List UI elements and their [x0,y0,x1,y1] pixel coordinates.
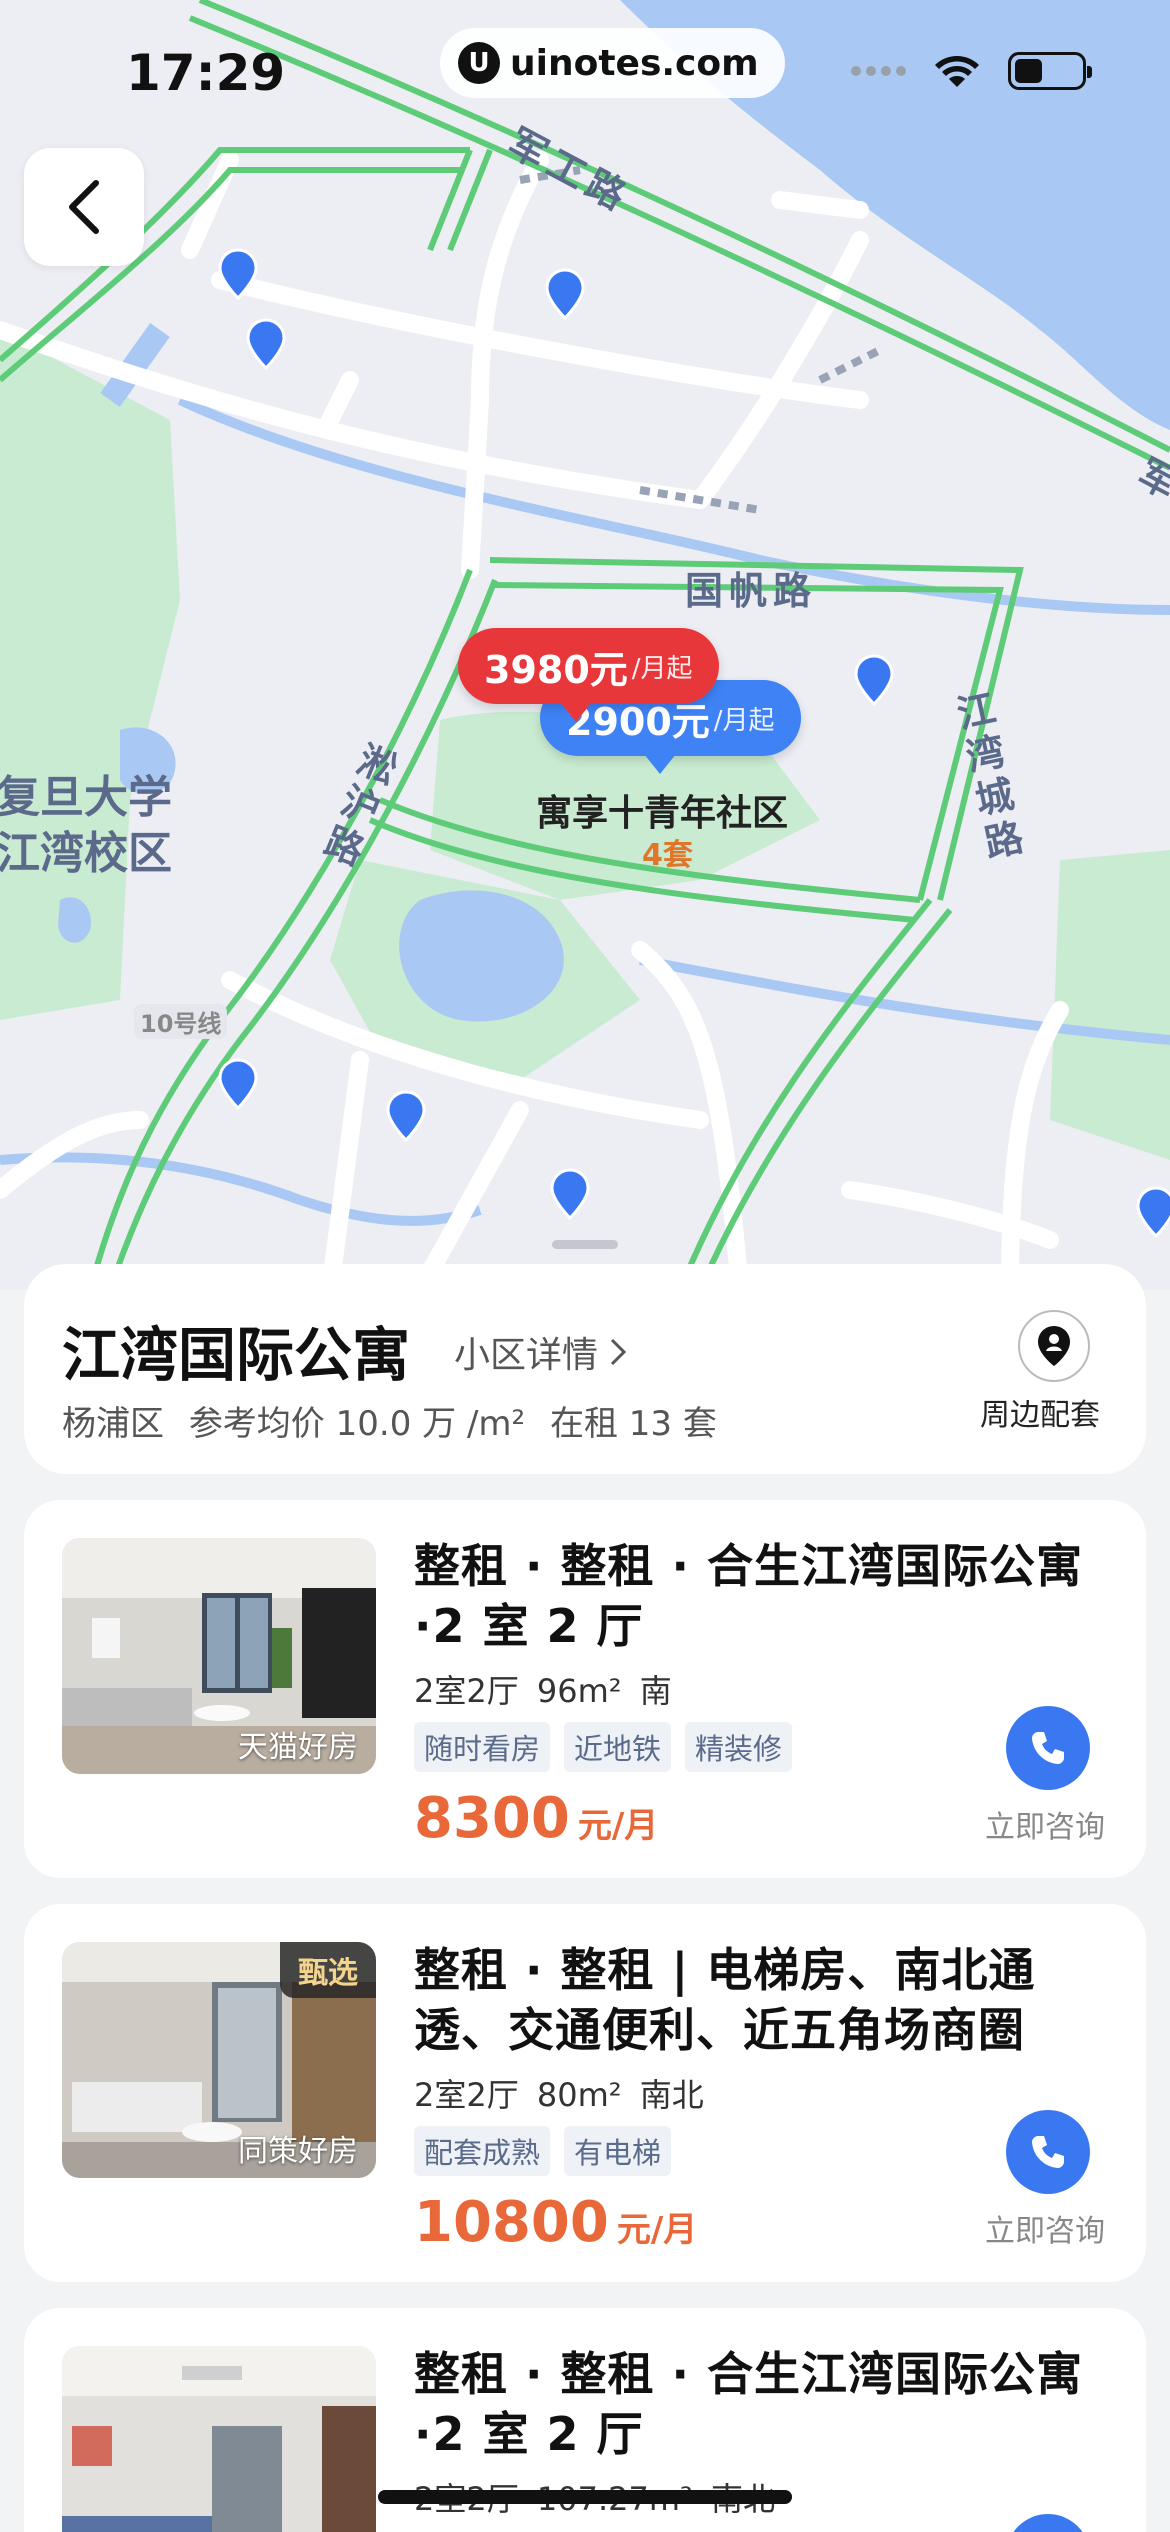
consult-label[interactable]: 立即咨询 [980,1802,1110,1846]
map-pin-icon[interactable] [854,654,894,706]
phone-icon [1032,2136,1064,2168]
rent-count-label: 在租 13 套 [549,1404,717,1444]
listing-specs: 2室2厅 80m² 南北 [414,2076,704,2114]
uinotes-logo-icon: U [458,42,500,84]
place-label-fudan: 复旦大学 [0,772,172,823]
community-meta: 杨浦区 参考均价 10.0 万 /m² 在租 13 套 [62,1396,717,1445]
community-detail-link[interactable]: 小区详情 [454,1326,628,1378]
listing-title: 整租 · 整租 | 电梯房、南北通透、交通便利、近五角场商圈 [414,1943,1036,2057]
map-pin-icon[interactable] [218,1058,258,1110]
status-bar: 17:29 U uinotes.com [0,0,1170,140]
chevron-right-icon [610,1338,627,1366]
listing-photo: 甄选 同策好房 [62,1942,376,2178]
metro-label: 10号线 [134,1004,228,1039]
drag-handle[interactable] [552,1240,618,1249]
listing-tag: 配套成熟 [414,2126,551,2176]
chevron-left-icon [69,180,99,234]
listing-card[interactable]: 甄选 同策好房 整租 · 整租 | 电梯房、南北通透、交通便利、近五角场商圈 2… [24,1904,1146,2282]
home-indicator[interactable] [378,2490,792,2504]
url-pill: U uinotes.com [440,28,785,98]
listing-title: 整租 · 整租 · 合生江湾国际公寓 ·2 室 2 厅 [414,2347,1084,2461]
listing-photo [62,2346,376,2532]
listing-tag: 近地铁 [564,1722,672,1772]
bubble-suffix: /月起 [713,705,775,736]
cellular-signal-icon [851,66,906,76]
status-icons [851,52,1092,90]
avg-price-label: 参考均价 10.0 万 /m² [188,1404,526,1444]
listing-card[interactable]: 天猫好房 整租 · 整租 · 合生江湾国际公寓 ·2 室 2 厅 2室2厅 96… [24,1500,1146,1878]
nearby-facilities-label[interactable]: 周边配套 [950,1390,1130,1434]
bubble-price: 3980元 [484,647,628,692]
map-pin-icon[interactable] [550,1168,590,1220]
featured-badge: 甄选 [280,1942,376,1998]
place-label-campus: 江湾校区 [0,828,172,879]
price-value: 8300 [414,1786,570,1851]
listing-source: 天猫好房 [238,1730,358,1765]
listing-price: 8300 元/月 [414,1786,658,1851]
listing-tag: 精装修 [685,1722,793,1772]
back-button[interactable] [24,148,144,266]
price-unit: 元/月 [577,1806,659,1846]
call-button[interactable] [1006,1706,1090,1790]
location-person-icon[interactable] [1018,1310,1090,1382]
map-pin-icon[interactable] [545,268,585,320]
map-pin-icon[interactable] [1136,1186,1170,1238]
map-pin-icon[interactable] [246,318,286,370]
consult-label[interactable]: 立即咨询 [980,2206,1110,2250]
map-view[interactable]: 军工路 国帆路 江湾城路 淞沪路 军 复旦大学 江湾校区 10号线 2900元 … [0,0,1170,1290]
url-text: uinotes.com [510,42,759,84]
price-unit: 元/月 [616,2210,698,2250]
wifi-icon [935,56,979,87]
call-button[interactable] [1006,2514,1090,2532]
map-pin-icon[interactable] [218,248,258,300]
community-info-card: 江湾国际公寓 小区详情 杨浦区 参考均价 10.0 万 /m² 在租 13 套 … [24,1264,1146,1474]
listing-specs: 2室2厅 96m² 南 [414,1672,672,1710]
bubble-tail [560,702,592,722]
listing-tag: 随时看房 [414,1722,551,1772]
battery-icon [1008,52,1092,90]
listing-tag: 有电梯 [564,2126,672,2176]
map-pin-icon[interactable] [386,1090,426,1142]
listing-price: 10800 元/月 [414,2190,697,2255]
listing-title: 整租 · 整租 · 合生江湾国际公寓 ·2 室 2 厅 [414,1539,1084,1653]
price-bubble-red[interactable]: 3980元 /月起 [458,628,719,704]
detail-link-label: 小区详情 [454,1335,599,1376]
status-time: 17:29 [126,44,286,102]
district-label: 杨浦区 [62,1404,164,1444]
listing-photo: 天猫好房 [62,1538,376,1774]
community-count: 4套 [642,838,693,873]
bubble-tail [644,754,676,774]
community-title: 江湾国际公寓 [62,1321,411,1389]
listing-tags: 随时看房 近地铁 精装修 [414,1722,793,1772]
price-value: 10800 [414,2190,609,2255]
community-name[interactable]: 寓享十青年社区 [536,784,788,836]
call-button[interactable] [1006,2110,1090,2194]
listing-source: 同策好房 [238,2134,358,2169]
bubble-suffix: /月起 [631,653,693,684]
road-label-guofan: 国帆路 [685,569,818,613]
listing-tags: 配套成熟 有电梯 [414,2126,672,2176]
phone-icon [1032,1732,1064,1764]
